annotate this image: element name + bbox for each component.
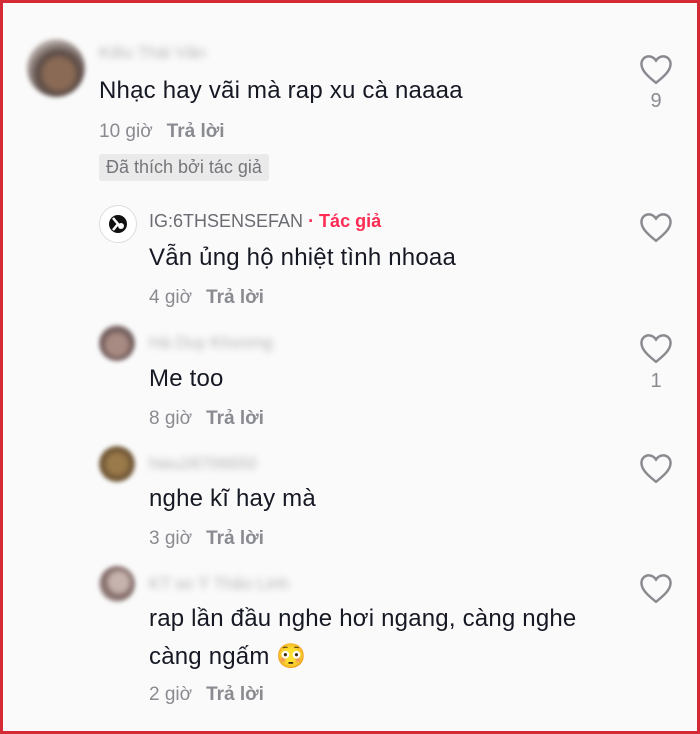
reply-button[interactable]: Trả lời [206, 408, 264, 429]
reply-button[interactable]: Trả lời [206, 684, 264, 705]
comment-username[interactable]: KT so Ý Thảo Linh [149, 574, 289, 594]
comment-text: Nhạc hay vãi mà rap xu cà naaaa [99, 77, 463, 104]
heart-icon[interactable] [638, 211, 674, 243]
author-logo-icon [109, 215, 127, 233]
heart-icon[interactable] [638, 572, 674, 604]
comment-meta: 10 giờ Trả lời [99, 121, 225, 143]
heart-icon[interactable] [638, 53, 674, 85]
comment-username[interactable]: Hà Duy Khương [149, 333, 273, 353]
comment-meta: 3 giờ Trả lời [149, 528, 264, 550]
avatar[interactable] [99, 205, 137, 243]
comment-time: 10 giờ [99, 121, 153, 142]
comment-text-line-1: rap lần đầu nghe hơi ngang, càng nghe [149, 605, 577, 632]
comment-time: 8 giờ [149, 408, 193, 429]
comment-screenshot-frame: Kiều Thái Văn Nhạc hay vãi mà rap xu cà … [0, 0, 700, 734]
comment-username[interactable]: Kiều Thái Văn [99, 43, 205, 63]
avatar[interactable] [99, 325, 135, 361]
comment-text: Me too [149, 365, 224, 392]
comment-text: nghe kĩ hay mà [149, 485, 316, 512]
heart-icon[interactable] [638, 452, 674, 484]
comment-text: Vẫn ủng hộ nhiệt tình nhoaa [149, 244, 456, 271]
comment-time: 2 giờ [149, 684, 193, 705]
comment-meta: 2 giờ Trả lời [149, 684, 264, 706]
comment-username[interactable]: IG:6THSENSEFAN · Tác giả [149, 211, 381, 232]
comment-meta: 8 giờ Trả lời [149, 408, 264, 430]
avatar[interactable] [99, 446, 135, 482]
avatar[interactable] [27, 39, 85, 97]
reply-button[interactable]: Trả lời [167, 121, 225, 142]
comment-meta: 4 giờ Trả lời [149, 287, 264, 309]
liked-by-creator-badge: Đã thích bởi tác giả [99, 154, 269, 181]
comment-text-line-2: càng ngấm 😳 [149, 643, 307, 670]
avatar[interactable] [99, 566, 135, 602]
reply-button[interactable]: Trả lời [206, 528, 264, 549]
reply-button[interactable]: Trả lời [206, 287, 264, 308]
comment-username[interactable]: hieu28706650 [149, 454, 257, 474]
heart-icon[interactable] [638, 332, 674, 364]
like-count: 9 [650, 90, 662, 112]
like-count: 1 [650, 370, 662, 392]
author-tag: · Tác giả [308, 211, 382, 231]
comment-time: 4 giờ [149, 287, 193, 308]
comment-time: 3 giờ [149, 528, 193, 549]
